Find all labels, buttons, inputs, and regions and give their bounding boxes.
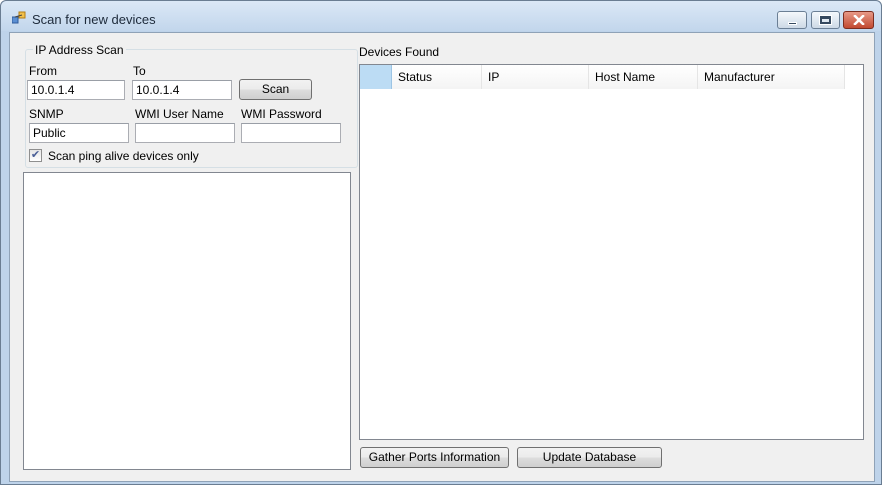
scan-button[interactable]: Scan <box>239 79 312 100</box>
to-ip-input[interactable]: 10.0.1.4 <box>132 80 232 100</box>
close-button[interactable] <box>843 11 874 29</box>
wmi-password-input[interactable] <box>241 123 341 143</box>
ping-only-checkbox[interactable]: ✔ <box>29 149 42 162</box>
maximize-icon <box>820 16 831 24</box>
scan-log-box[interactable] <box>23 172 351 470</box>
ping-only-label[interactable]: Scan ping alive devices only <box>48 149 199 163</box>
from-ip-input[interactable]: 10.0.1.4 <box>27 80 125 100</box>
wmi-user-label: WMI User Name <box>135 107 224 121</box>
wmi-password-label: WMI Password <box>241 107 322 121</box>
gather-ports-button[interactable]: Gather Ports Information <box>360 447 509 468</box>
minimize-icon <box>787 21 797 25</box>
window-client-area: IP Address Scan From 10.0.1.4 To 10.0.1.… <box>9 32 875 482</box>
devices-grid[interactable]: Status IP Host Name Manufacturer <box>359 64 864 440</box>
ip-scan-group-label: IP Address Scan <box>33 43 126 57</box>
minimize-button[interactable] <box>777 11 807 29</box>
column-header-ip[interactable]: IP <box>482 65 589 89</box>
close-icon <box>852 15 865 25</box>
column-header-host-name[interactable]: Host Name <box>589 65 698 89</box>
app-icon <box>12 11 26 24</box>
to-label: To <box>133 64 146 78</box>
from-label: From <box>29 64 57 78</box>
title-bar[interactable]: Scan for new devices <box>1 1 881 31</box>
snmp-community-input[interactable]: Public <box>29 123 129 143</box>
devices-found-label: Devices Found <box>359 45 440 59</box>
maximize-button[interactable] <box>811 11 840 29</box>
column-header-manufacturer[interactable]: Manufacturer <box>698 65 845 89</box>
window-title: Scan for new devices <box>32 12 156 27</box>
column-header-status[interactable]: Status <box>392 65 482 89</box>
update-database-button[interactable]: Update Database <box>517 447 662 468</box>
scan-window: Scan for new devices IP Address Scan Fro… <box>0 0 882 485</box>
checkmark-icon: ✔ <box>30 149 41 161</box>
devices-grid-header: Status IP Host Name Manufacturer <box>360 65 845 89</box>
wmi-user-input[interactable] <box>135 123 235 143</box>
snmp-label: SNMP <box>29 107 64 121</box>
row-header-corner[interactable] <box>360 65 392 89</box>
